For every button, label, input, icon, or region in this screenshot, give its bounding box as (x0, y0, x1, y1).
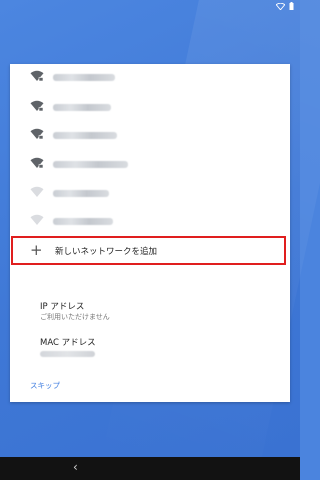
network-ssid-redacted (53, 161, 128, 168)
network-item[interactable] (10, 94, 290, 120)
plus-icon: + (30, 241, 43, 259)
mac-address-section: MAC アドレス (40, 338, 96, 357)
wifi-locked-icon (30, 128, 44, 140)
battery-icon (289, 2, 294, 10)
add-network-label: 新しいネットワークを追加 (55, 247, 158, 257)
wifi-icon (30, 214, 44, 225)
network-ssid-redacted (53, 74, 115, 81)
status-bar (0, 0, 300, 12)
ip-address-title: IP アドレス (40, 302, 85, 312)
network-item[interactable] (10, 151, 290, 177)
skip-button[interactable]: スキップ (30, 380, 60, 391)
network-item[interactable] (10, 122, 290, 148)
ip-address-section: IP アドレス ご利用いただけません (40, 302, 110, 322)
network-ssid-redacted (53, 104, 111, 111)
back-icon[interactable]: ‹ (73, 460, 78, 474)
wifi-locked-icon (30, 157, 44, 169)
wifi-locked-icon (30, 100, 44, 112)
wifi-icon (30, 186, 44, 197)
add-network-button[interactable]: + 新しいネットワークを追加 (11, 236, 286, 265)
navigation-bar: ‹ (0, 457, 300, 480)
network-item[interactable] (10, 180, 290, 206)
wifi-setup-card: IP アドレス ご利用いただけません MAC アドレス (10, 64, 290, 402)
wifi-icon (276, 2, 285, 10)
network-ssid-redacted (53, 190, 109, 197)
network-ssid-redacted (53, 218, 113, 225)
mac-address-title: MAC アドレス (40, 338, 96, 348)
network-ssid-redacted (53, 132, 117, 139)
ip-address-value: ご利用いただけません (40, 313, 110, 321)
wifi-locked-icon (30, 70, 44, 82)
mac-address-value-redacted (40, 351, 95, 357)
network-item[interactable] (10, 208, 290, 234)
network-item[interactable] (10, 64, 290, 90)
